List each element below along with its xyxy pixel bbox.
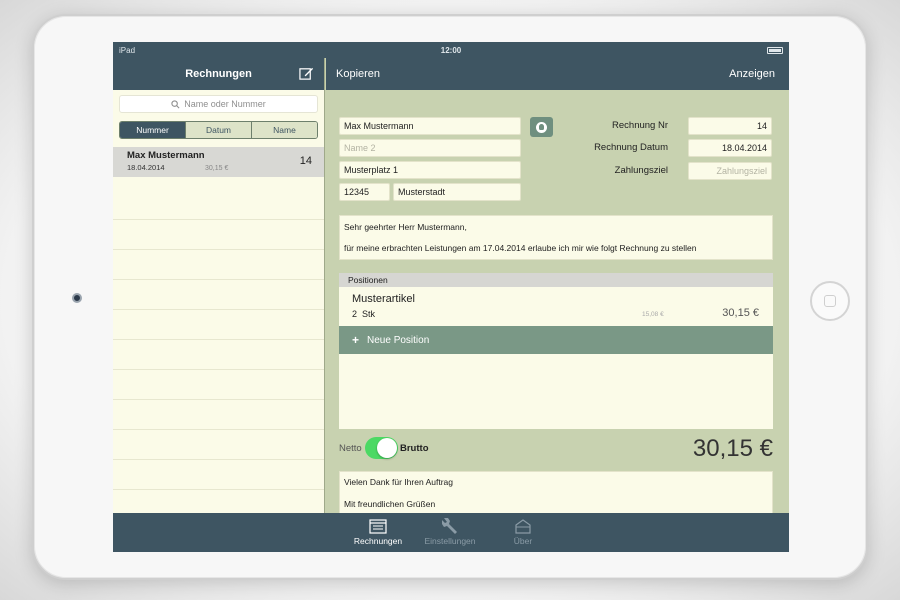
segment-nummer[interactable]: Nummer xyxy=(120,122,186,138)
invoice-customer-name: Max Mustermann xyxy=(127,150,205,161)
city-field[interactable]: Musterstadt xyxy=(393,183,521,201)
customer-name2-field[interactable]: Name 2 xyxy=(339,139,521,157)
person-icon xyxy=(536,121,547,133)
closing-line-2: Mit freundlichen Grüßen xyxy=(344,499,436,509)
compose-icon[interactable] xyxy=(299,66,314,81)
position-item[interactable]: Musterartikel 2 Stk 15,08 € 30,15 € xyxy=(339,287,773,326)
tab-label-rechnungen: Rechnungen xyxy=(353,536,403,546)
tab-einstellungen[interactable]: Einstellungen xyxy=(420,516,480,546)
position-title: Musterartikel xyxy=(352,293,415,305)
invoice-date-label: Rechnung Datum xyxy=(594,142,668,153)
new-position-button[interactable]: + Neue Position xyxy=(339,326,773,354)
tax-mode-row: Netto Brutto 30,15 € xyxy=(339,435,773,465)
search-icon xyxy=(171,99,180,108)
payment-term-label: Zahlungsziel xyxy=(614,165,668,176)
box-icon xyxy=(515,519,531,534)
payment-term-field[interactable]: Zahlungsziel xyxy=(688,162,772,180)
invoice-amount: 30,15 € xyxy=(205,165,229,172)
copy-button[interactable]: Kopieren xyxy=(336,68,380,80)
tab-ueber[interactable]: Über xyxy=(493,516,553,546)
customer-name-field[interactable]: Max Mustermann xyxy=(339,117,521,135)
tab-label-ueber: Über xyxy=(513,536,533,546)
segment-name[interactable]: Name xyxy=(252,122,317,138)
contact-picker-button[interactable] xyxy=(530,117,553,137)
brutto-toggle[interactable] xyxy=(365,437,398,459)
intro-body-text: für meine erbrachten Leistungen am 17.04… xyxy=(344,243,697,253)
search-input[interactable]: Name oder Nummer xyxy=(119,95,318,113)
salutation-text: Sehr geehrter Herr Mustermann, xyxy=(344,222,467,232)
brutto-label: Brutto xyxy=(400,443,429,454)
zip-field[interactable]: 12345 xyxy=(339,183,390,201)
invoice-no-field[interactable]: 14 xyxy=(688,117,772,135)
grand-total: 30,15 € xyxy=(692,435,773,462)
invoice-detail-pane: Kopieren Anzeigen Max Mustermann Name 2 … xyxy=(326,58,789,515)
sort-segmented-control: Nummer Datum Name xyxy=(119,121,318,139)
calendar-icon xyxy=(369,519,387,534)
tab-bar: Rechnungen Einstellungen Über xyxy=(113,513,789,552)
invoice-list-item[interactable]: Max Mustermann 18.04.2014 30,15 € 14 xyxy=(113,147,324,177)
right-nav-bar: Kopieren Anzeigen xyxy=(326,58,789,90)
tab-label-einstellungen: Einstellungen xyxy=(424,536,476,546)
left-nav-bar: Rechnungen xyxy=(113,58,324,90)
clock: 12:00 xyxy=(440,45,462,55)
plus-icon: + xyxy=(352,333,360,347)
show-button[interactable]: Anzeigen xyxy=(729,68,775,80)
netto-label: Netto xyxy=(339,443,362,454)
search-placeholder: Name oder Nummer xyxy=(184,99,266,109)
camera-icon xyxy=(72,293,82,303)
left-title: Rechnungen xyxy=(185,68,252,80)
street-field[interactable]: Musterplatz 1 xyxy=(339,161,521,179)
positions-section: Positionen Musterartikel 2 Stk 15,08 € 3… xyxy=(339,273,773,429)
home-button[interactable] xyxy=(810,281,850,321)
tab-rechnungen[interactable]: Rechnungen xyxy=(348,516,408,546)
wrench-icon xyxy=(442,518,457,534)
positions-header: Positionen xyxy=(339,273,773,287)
empty-list-lines xyxy=(113,190,324,513)
closing-line-1: Vielen Dank für Ihren Auftrag xyxy=(344,477,453,487)
position-unit-price: 15,08 € xyxy=(642,311,664,318)
position-quantity: 2 Stk xyxy=(352,309,376,319)
invoice-no-label: Rechnung Nr xyxy=(612,120,668,131)
screen: iPad 12:00 Rechnungen Name oder Nummer N… xyxy=(113,42,789,552)
battery-icon xyxy=(767,46,783,54)
closing-text-area[interactable]: Vielen Dank für Ihren Auftrag Mit freund… xyxy=(339,471,773,515)
position-total: 30,15 € xyxy=(722,307,759,319)
segment-datum[interactable]: Datum xyxy=(186,122,252,138)
status-bar: iPad 12:00 xyxy=(113,42,789,58)
invoice-list-pane: Rechnungen Name oder Nummer Nummer Datum… xyxy=(113,58,325,513)
invoice-number: 14 xyxy=(299,155,312,167)
new-position-label: Neue Position xyxy=(367,334,430,346)
intro-text-area[interactable]: Sehr geehrter Herr Mustermann, für meine… xyxy=(339,215,773,260)
invoice-date-field[interactable]: 18.04.2014 xyxy=(688,139,772,157)
